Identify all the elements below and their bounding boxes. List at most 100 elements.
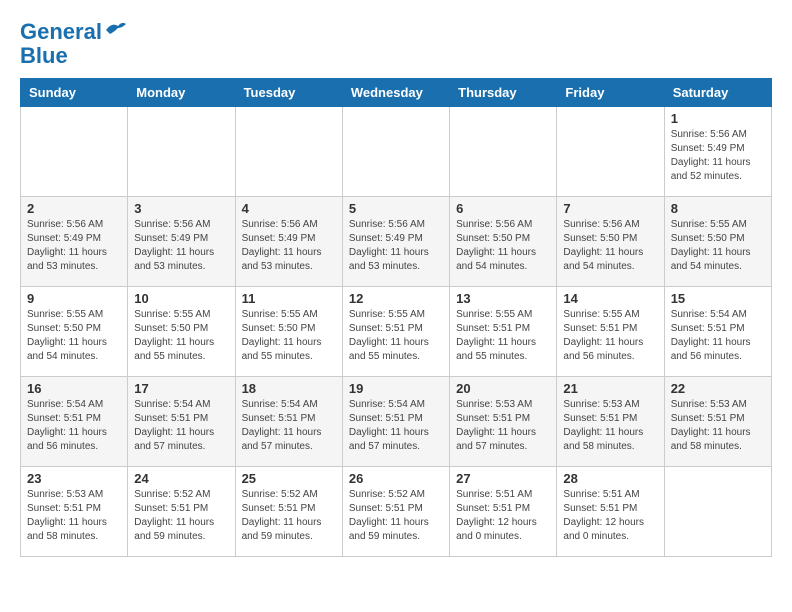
day-info: Sunset: 5:51 PM xyxy=(134,502,228,516)
day-info: Daylight: 11 hours xyxy=(27,336,121,350)
weekday-header-thursday: Thursday xyxy=(450,79,557,107)
day-info: Daylight: 11 hours xyxy=(242,246,336,260)
calendar-cell: 4Sunrise: 5:56 AMSunset: 5:49 PMDaylight… xyxy=(235,197,342,287)
day-info: Sunset: 5:51 PM xyxy=(242,412,336,426)
day-info: Sunrise: 5:52 AM xyxy=(242,488,336,502)
calendar-cell: 28Sunrise: 5:51 AMSunset: 5:51 PMDayligh… xyxy=(557,467,664,557)
day-number: 1 xyxy=(671,111,765,126)
day-info: and 53 minutes. xyxy=(134,260,228,274)
day-info: Daylight: 11 hours xyxy=(563,426,657,440)
day-info: Sunrise: 5:53 AM xyxy=(27,488,121,502)
day-number: 27 xyxy=(456,471,550,486)
day-info: Sunset: 5:50 PM xyxy=(134,322,228,336)
day-info: Daylight: 12 hours xyxy=(563,516,657,530)
calendar-cell: 7Sunrise: 5:56 AMSunset: 5:50 PMDaylight… xyxy=(557,197,664,287)
day-info: Sunset: 5:49 PM xyxy=(242,232,336,246)
day-number: 14 xyxy=(563,291,657,306)
day-info: Sunrise: 5:56 AM xyxy=(456,218,550,232)
day-info: Sunset: 5:50 PM xyxy=(242,322,336,336)
day-info: and 57 minutes. xyxy=(456,440,550,454)
day-number: 4 xyxy=(242,201,336,216)
calendar-cell: 21Sunrise: 5:53 AMSunset: 5:51 PMDayligh… xyxy=(557,377,664,467)
day-info: Sunrise: 5:56 AM xyxy=(134,218,228,232)
logo-general: General xyxy=(20,19,102,44)
day-number: 10 xyxy=(134,291,228,306)
day-info: and 59 minutes. xyxy=(134,530,228,544)
day-info: Daylight: 11 hours xyxy=(563,336,657,350)
day-info: Sunset: 5:49 PM xyxy=(27,232,121,246)
calendar-cell: 13Sunrise: 5:55 AMSunset: 5:51 PMDayligh… xyxy=(450,287,557,377)
day-info: and 54 minutes. xyxy=(671,260,765,274)
calendar-week-row: 1Sunrise: 5:56 AMSunset: 5:49 PMDaylight… xyxy=(21,107,772,197)
day-number: 25 xyxy=(242,471,336,486)
calendar-cell: 14Sunrise: 5:55 AMSunset: 5:51 PMDayligh… xyxy=(557,287,664,377)
day-info: Daylight: 11 hours xyxy=(27,246,121,260)
calendar-cell: 25 Sunrise: 5:52 AMSunset: 5:51 PMDayligh… xyxy=(235,467,342,557)
day-info: Daylight: 11 hours xyxy=(349,246,443,260)
day-info: Sunset: 5:51 PM xyxy=(563,502,657,516)
day-info: Sunset: 5:50 PM xyxy=(563,232,657,246)
day-info: Sunrise: 5:56 AM xyxy=(671,128,765,142)
day-info: Sunset: 5:51 PM xyxy=(456,412,550,426)
calendar-cell xyxy=(557,107,664,197)
day-number: 2 xyxy=(27,201,121,216)
day-info: Sunset: 5:49 PM xyxy=(671,142,765,156)
day-info: and 53 minutes. xyxy=(27,260,121,274)
day-info: Daylight: 11 hours xyxy=(27,516,121,530)
calendar-cell: 9Sunrise: 5:55 AMSunset: 5:50 PMDaylight… xyxy=(21,287,128,377)
calendar-cell: 27Sunrise: 5:51 AMSunset: 5:51 PMDayligh… xyxy=(450,467,557,557)
day-info: and 55 minutes. xyxy=(134,350,228,364)
day-number: 24 xyxy=(134,471,228,486)
day-number: 9 xyxy=(27,291,121,306)
day-info: and 57 minutes. xyxy=(242,440,336,454)
day-info: and 0 minutes. xyxy=(563,530,657,544)
calendar-cell: 16Sunrise: 5:54 AMSunset: 5:51 PMDayligh… xyxy=(21,377,128,467)
day-info: Sunrise: 5:55 AM xyxy=(456,308,550,322)
day-info: Daylight: 11 hours xyxy=(242,336,336,350)
day-info: Daylight: 12 hours xyxy=(456,516,550,530)
day-info: Sunset: 5:50 PM xyxy=(671,232,765,246)
day-info: Daylight: 11 hours xyxy=(242,426,336,440)
day-number: 7 xyxy=(563,201,657,216)
calendar-cell xyxy=(128,107,235,197)
day-info: Sunset: 5:49 PM xyxy=(134,232,228,246)
day-info: Sunrise: 5:52 AM xyxy=(349,488,443,502)
day-info: Sunset: 5:51 PM xyxy=(563,412,657,426)
page-header: General Blue xyxy=(20,20,772,68)
day-number: 3 xyxy=(134,201,228,216)
day-info: Sunrise: 5:54 AM xyxy=(242,398,336,412)
calendar-cell: 23Sunrise: 5:53 AMSunset: 5:51 PMDayligh… xyxy=(21,467,128,557)
day-info: and 59 minutes. xyxy=(349,530,443,544)
weekday-header-monday: Monday xyxy=(128,79,235,107)
day-info: Sunrise: 5:52 AM xyxy=(134,488,228,502)
calendar-cell: 19Sunrise: 5:54 AMSunset: 5:51 PMDayligh… xyxy=(342,377,449,467)
day-info: and 58 minutes. xyxy=(27,530,121,544)
day-info: Sunset: 5:51 PM xyxy=(242,502,336,516)
day-number: 15 xyxy=(671,291,765,306)
day-info: Daylight: 11 hours xyxy=(134,246,228,260)
day-info: Sunset: 5:51 PM xyxy=(456,322,550,336)
calendar-week-row: 23Sunrise: 5:53 AMSunset: 5:51 PMDayligh… xyxy=(21,467,772,557)
day-number: 28 xyxy=(563,471,657,486)
day-info: Daylight: 11 hours xyxy=(456,426,550,440)
day-info: Daylight: 11 hours xyxy=(242,516,336,530)
day-info: Sunset: 5:51 PM xyxy=(563,322,657,336)
day-info: and 53 minutes. xyxy=(242,260,336,274)
calendar-cell: 3 Sunrise: 5:56 AMSunset: 5:49 PMDaylight… xyxy=(128,197,235,287)
calendar-week-row: 16Sunrise: 5:54 AMSunset: 5:51 PMDayligh… xyxy=(21,377,772,467)
day-info: Sunrise: 5:56 AM xyxy=(563,218,657,232)
day-info: Daylight: 11 hours xyxy=(671,336,765,350)
day-info: Sunrise: 5:55 AM xyxy=(349,308,443,322)
calendar-header-row: SundayMondayTuesdayWednesdayThursdayFrid… xyxy=(21,79,772,107)
day-info: Sunset: 5:49 PM xyxy=(349,232,443,246)
day-info: Sunset: 5:50 PM xyxy=(456,232,550,246)
calendar-cell: 5Sunrise: 5:56 AMSunset: 5:49 PMDaylight… xyxy=(342,197,449,287)
day-info: Sunrise: 5:55 AM xyxy=(27,308,121,322)
day-info: Sunrise: 5:54 AM xyxy=(671,308,765,322)
weekday-header-saturday: Saturday xyxy=(664,79,771,107)
calendar-cell: 12Sunrise: 5:55 AMSunset: 5:51 PMDayligh… xyxy=(342,287,449,377)
day-info: Sunrise: 5:54 AM xyxy=(134,398,228,412)
calendar-cell: 10Sunrise: 5:55 AMSunset: 5:50 PMDayligh… xyxy=(128,287,235,377)
day-info: Daylight: 11 hours xyxy=(671,426,765,440)
calendar-cell: 22Sunrise: 5:53 AMSunset: 5:51 PMDayligh… xyxy=(664,377,771,467)
